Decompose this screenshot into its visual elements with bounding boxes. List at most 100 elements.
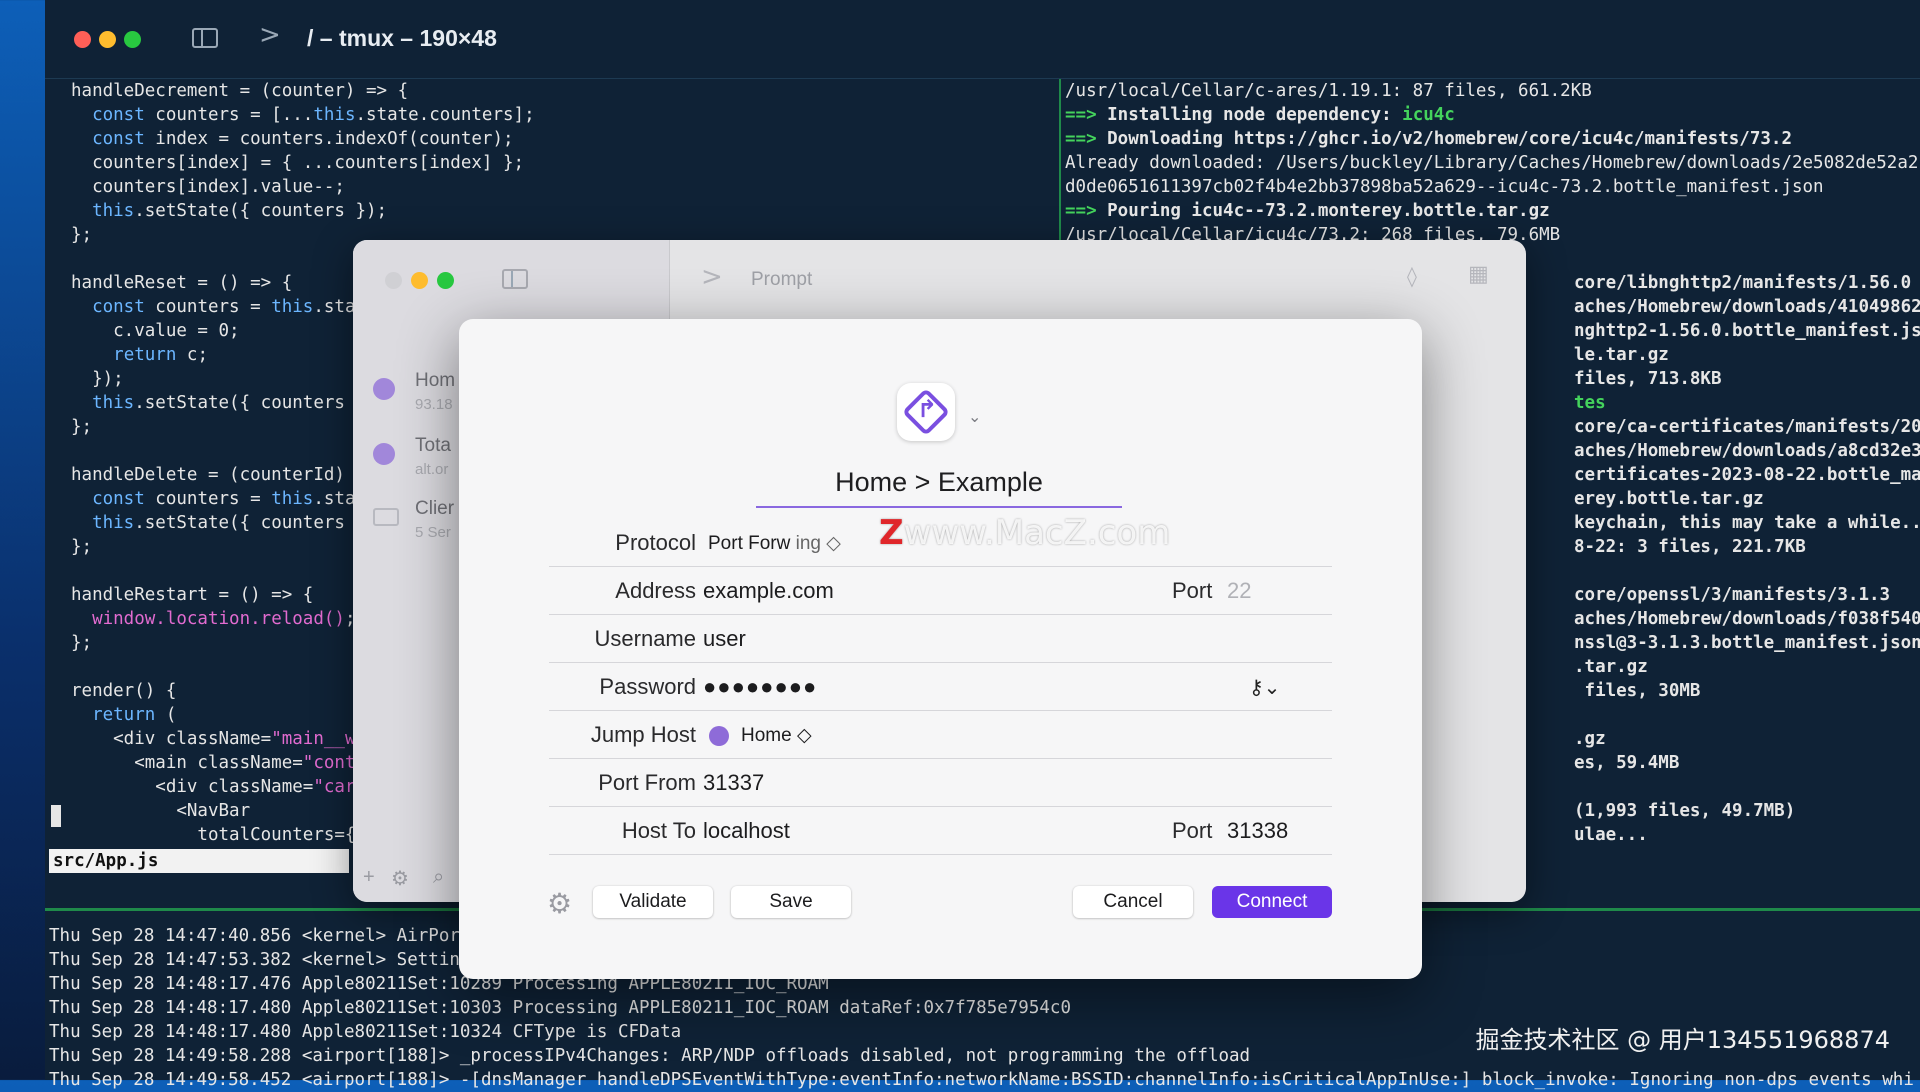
terminal-line: }; bbox=[71, 537, 93, 557]
terminal-line: const index = counters.indexOf(counter); bbox=[92, 129, 514, 149]
terminal-line: Already downloaded: /Users/buckley/Libra… bbox=[1065, 153, 1920, 173]
terminal-line: counters[index].value--; bbox=[71, 177, 345, 197]
terminal-line: ==> Pouring icu4c--73.2.monterey.bottle.… bbox=[1065, 201, 1550, 221]
save-button[interactable]: Save bbox=[731, 886, 851, 918]
terminal-line: aches/Homebrew/downloads/a8cd32e30cae bbox=[1574, 441, 1920, 461]
terminal-line: 8-22: 3 files, 221.7KB bbox=[1574, 537, 1806, 557]
terminal-line: keychain, this may take a while... bbox=[1574, 513, 1920, 533]
terminal-line: certificates-2023-08-22.bottle_manife bbox=[1574, 465, 1920, 485]
jump-host-select[interactable]: Home ◇ bbox=[741, 724, 812, 747]
host-icon bbox=[373, 378, 395, 400]
prompt-titlebar: > Prompt ◊ ▦ bbox=[353, 240, 1526, 318]
terminal-line: const counters = [...this.state.counters… bbox=[92, 105, 535, 125]
zoom-button[interactable] bbox=[124, 31, 141, 48]
terminal-line: core/openssl/3/manifests/3.1.3 bbox=[1574, 585, 1891, 605]
connect-button[interactable]: Connect bbox=[1212, 886, 1332, 918]
gear-icon[interactable]: ⚙ bbox=[391, 866, 409, 891]
add-icon[interactable]: + bbox=[363, 866, 375, 889]
terminal-line: const counters = this.sta bbox=[92, 297, 356, 317]
terminal-line: le.tar.gz bbox=[1574, 345, 1669, 365]
terminal-line: }; bbox=[71, 417, 93, 437]
address-row: Address example.com Port 22 bbox=[549, 567, 1332, 615]
protocol-label: Protocol bbox=[615, 530, 696, 555]
cancel-button[interactable]: Cancel bbox=[1073, 886, 1193, 918]
port-label: Port bbox=[1172, 578, 1213, 603]
prompt-window-title: Prompt bbox=[751, 269, 813, 290]
username-row: Username user bbox=[549, 615, 1332, 663]
protocol-value: Port Forw bbox=[708, 533, 791, 554]
terminal-line: core/ca-certificates/manifests/2023-0 bbox=[1574, 417, 1920, 437]
terminal-line: render() { bbox=[71, 681, 177, 701]
port-from-row: Port From 31337 bbox=[549, 759, 1332, 807]
terminal-line: counters[index] = { ...counters[index] }… bbox=[71, 153, 525, 173]
terminal-line: d0de0651611397cb02f4b4e2bb37898ba52a629-… bbox=[1065, 177, 1824, 197]
terminal-line: ==> Downloading https://ghcr.io/v2/homeb… bbox=[1065, 129, 1792, 149]
search-icon[interactable]: ⌕ bbox=[433, 866, 444, 889]
minimize-button[interactable] bbox=[99, 31, 116, 48]
terminal-line: ==> Installing node dependency: icu4c bbox=[1065, 105, 1455, 125]
watermark-text: www.MacZ.com bbox=[903, 513, 1171, 553]
window-title: / – tmux – 190×48 bbox=[307, 25, 497, 51]
host-address: alt.or bbox=[415, 461, 449, 478]
terminal-line: tes bbox=[1574, 393, 1606, 413]
text-cursor bbox=[51, 805, 61, 827]
watermark-z: Z bbox=[879, 513, 904, 553]
close-button[interactable] bbox=[74, 31, 91, 48]
protocol-row: Protocol Port Forw ing ◇ Zwww.MacZ.com bbox=[549, 513, 1332, 567]
address-label: Address bbox=[615, 578, 696, 603]
terminal-line: <div className="main__w bbox=[71, 729, 356, 749]
turn-arrow-icon: ↱ bbox=[917, 395, 938, 423]
terminal-line: }; bbox=[71, 633, 93, 653]
terminal-line: core/libnghttp2/manifests/1.56.0 bbox=[1574, 273, 1912, 293]
key-icon[interactable]: ⚷⌄ bbox=[1249, 675, 1280, 699]
sidebar-toggle-icon[interactable] bbox=[192, 28, 218, 48]
chevron-down-icon[interactable]: ⌄ bbox=[968, 407, 981, 426]
footer-watermark: 掘金技术社区 @ 用户134551968874 bbox=[1475, 1026, 1891, 1054]
terminal-line: Thu Sep 28 14:47:53.382 <kernel> Settin bbox=[49, 950, 460, 970]
terminal-line: Thu Sep 28 14:48:17.480 Apple80211Set:10… bbox=[49, 998, 1071, 1018]
terminal-line: this.setState({ counters bbox=[92, 393, 345, 413]
terminal-line: es, 59.4MB bbox=[1574, 753, 1680, 773]
terminal-line: Thu Sep 28 14:49:58.288 <airport[188]> _… bbox=[49, 1046, 1251, 1066]
protocol-icon[interactable]: ↱ bbox=[897, 383, 955, 441]
terminal-line: handleRestart = () => { bbox=[71, 585, 314, 605]
terminal-line: Thu Sep 28 14:47:40.856 <kernel> AirPor bbox=[49, 926, 460, 946]
terminal-line: handleDelete = (counterId) bbox=[71, 465, 345, 485]
address-input[interactable]: example.com bbox=[703, 578, 834, 604]
port-from-input[interactable]: 31337 bbox=[703, 770, 764, 796]
terminal-line: return c; bbox=[113, 345, 208, 365]
grid-icon[interactable]: ▦ bbox=[1468, 262, 1489, 287]
terminal-line: return ( bbox=[92, 705, 177, 725]
validate-button[interactable]: Validate bbox=[593, 886, 713, 918]
watermark: Zwww.MacZ.com bbox=[879, 513, 1170, 553]
host-to-port-input[interactable]: 31338 bbox=[1227, 818, 1288, 844]
flame-icon[interactable]: ◊ bbox=[1407, 264, 1417, 288]
protocol-select[interactable]: Port Forw ing ◇ bbox=[708, 532, 841, 555]
username-label: Username bbox=[594, 626, 696, 651]
prompt-chevron-icon: > bbox=[259, 20, 281, 50]
terminal-line: c.value = 0; bbox=[71, 321, 240, 341]
terminal-line: .tar.gz bbox=[1574, 657, 1648, 677]
terminal-line: const counters = this.sta bbox=[92, 489, 356, 509]
terminal-line: }); bbox=[71, 369, 124, 389]
terminal-line: this.setState({ counters }); bbox=[92, 201, 388, 221]
group-name: Clier bbox=[415, 498, 455, 519]
username-input[interactable]: user bbox=[703, 626, 746, 652]
port-input[interactable]: 22 bbox=[1227, 578, 1251, 604]
host-to-input[interactable]: localhost bbox=[703, 818, 790, 844]
jump-host-row: Jump Host Home ◇ bbox=[549, 711, 1332, 759]
connection-title-field[interactable]: Home > Example bbox=[756, 467, 1122, 508]
password-input[interactable]: ●●●●●●●● bbox=[703, 674, 817, 700]
jump-host-label: Jump Host bbox=[590, 722, 696, 747]
terminal-line: <div className="car bbox=[71, 777, 356, 797]
terminal-titlebar: > / – tmux – 190×48 bbox=[45, 0, 1920, 79]
terminal-line: .gz bbox=[1574, 729, 1606, 749]
host-icon bbox=[373, 443, 395, 465]
gear-icon[interactable]: ⚙ bbox=[547, 887, 572, 920]
terminal-line: handleReset = () => { bbox=[71, 273, 293, 293]
host-name: Tota bbox=[415, 435, 451, 456]
port-from-label: Port From bbox=[598, 770, 696, 795]
folder-icon bbox=[373, 508, 399, 526]
terminal-line: aches/Homebrew/downloads/f038f540886a bbox=[1574, 609, 1920, 629]
protocol-value-tail: ing ◇ bbox=[795, 533, 841, 554]
